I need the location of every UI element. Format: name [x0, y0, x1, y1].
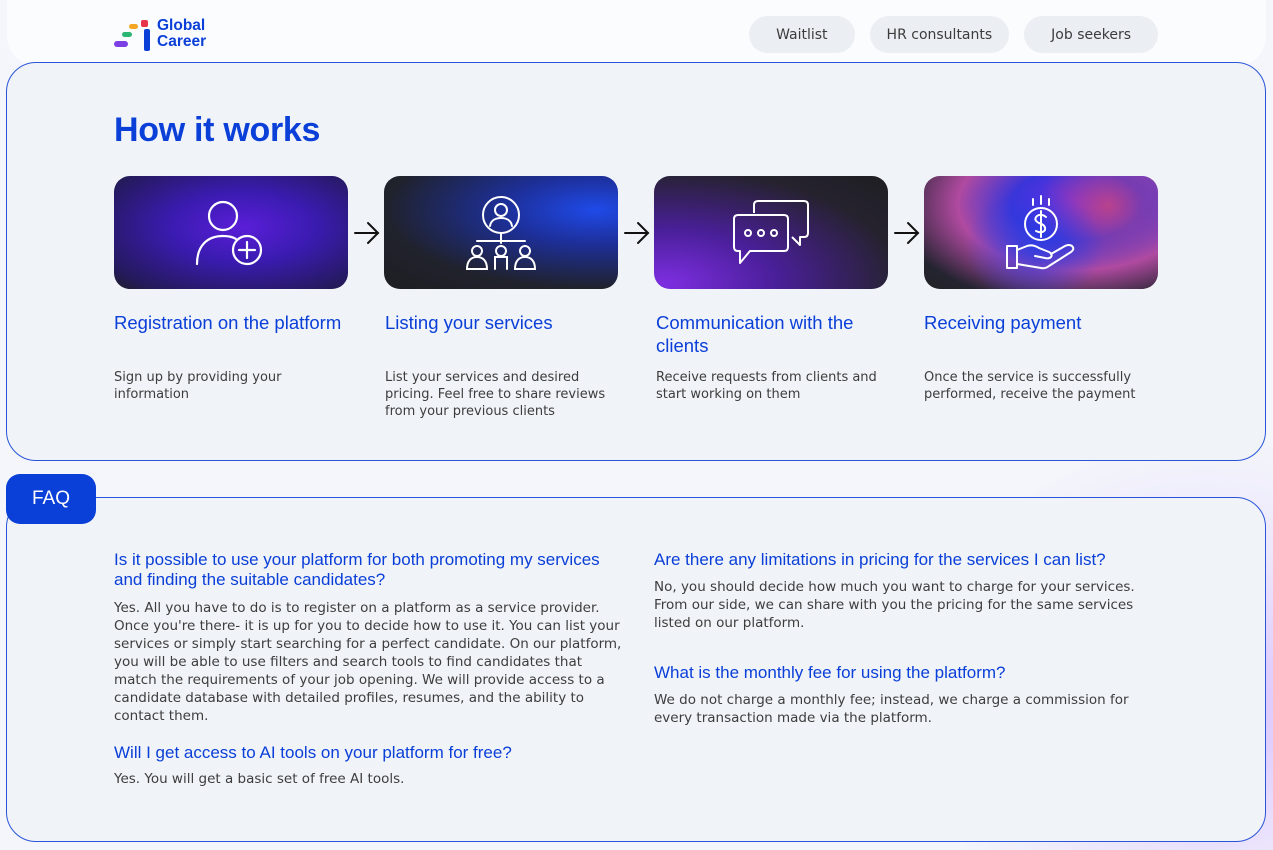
step-3-description: Receive requests from clients and start … — [656, 370, 877, 402]
step-2-tile — [384, 176, 618, 289]
how-it-works-section: How it works Registration on the platfor… — [6, 62, 1266, 461]
faq-tab[interactable]: FAQ — [6, 474, 96, 524]
logo-mark-icon — [114, 20, 150, 51]
logo[interactable]: Global Career — [114, 17, 214, 53]
arrow-right-icon — [894, 222, 920, 244]
payment-hand-icon — [1006, 194, 1075, 269]
faq-question-3[interactable]: Are there any limitations in pricing for… — [654, 550, 1174, 570]
logo-text-line1: Global — [157, 17, 206, 34]
user-add-icon — [195, 200, 263, 265]
faq-question-2[interactable]: Will I get access to AI tools on your pl… — [114, 743, 624, 763]
chat-bubbles-icon — [733, 199, 809, 264]
step-1-title: Registration on the platform — [114, 312, 342, 333]
top-nav: Waitlist HR consultants Job seekers — [749, 16, 1158, 53]
how-it-works-title: How it works — [114, 111, 321, 149]
arrow-right-icon — [624, 222, 650, 244]
step-3-tile — [654, 176, 888, 289]
faq-answer-1: Yes. All you have to do is to register o… — [114, 600, 622, 724]
logo-text-line2: Career — [157, 33, 207, 50]
faq-section: Is it possible to use your platform for … — [6, 497, 1266, 842]
arrow-right-icon — [354, 222, 380, 244]
team-network-icon — [465, 195, 537, 270]
step-1-tile — [114, 176, 348, 289]
site-header: Global Career Waitlist HR consultants Jo… — [7, 0, 1266, 66]
nav-hr-consultants-button[interactable]: HR consultants — [869, 16, 1010, 53]
logo-text: Global Career — [157, 18, 206, 50]
faq-question-4[interactable]: What is the monthly fee for using the pl… — [654, 663, 1174, 683]
faq-answer-3: No, you should decide how much you want … — [654, 579, 1135, 631]
step-2-title: Listing your services — [385, 312, 553, 333]
step-4-description: Once the service is successfully perform… — [924, 370, 1136, 402]
step-4-title: Receiving payment — [924, 312, 1082, 333]
faq-answer-2: Yes. You will get a basic set of free AI… — [114, 771, 405, 787]
faq-answer-4: We do not charge a monthly fee; instead,… — [654, 692, 1129, 726]
nav-waitlist-button[interactable]: Waitlist — [749, 16, 855, 53]
step-2-description: List your services and desired pricing. … — [385, 370, 606, 419]
step-1-description: Sign up by providing your information — [114, 370, 282, 402]
step-4-tile — [924, 176, 1158, 289]
step-3-title: Communication with the clients — [656, 312, 854, 356]
faq-question-1[interactable]: Is it possible to use your platform for … — [114, 550, 624, 590]
nav-job-seekers-button[interactable]: Job seekers — [1024, 16, 1158, 53]
